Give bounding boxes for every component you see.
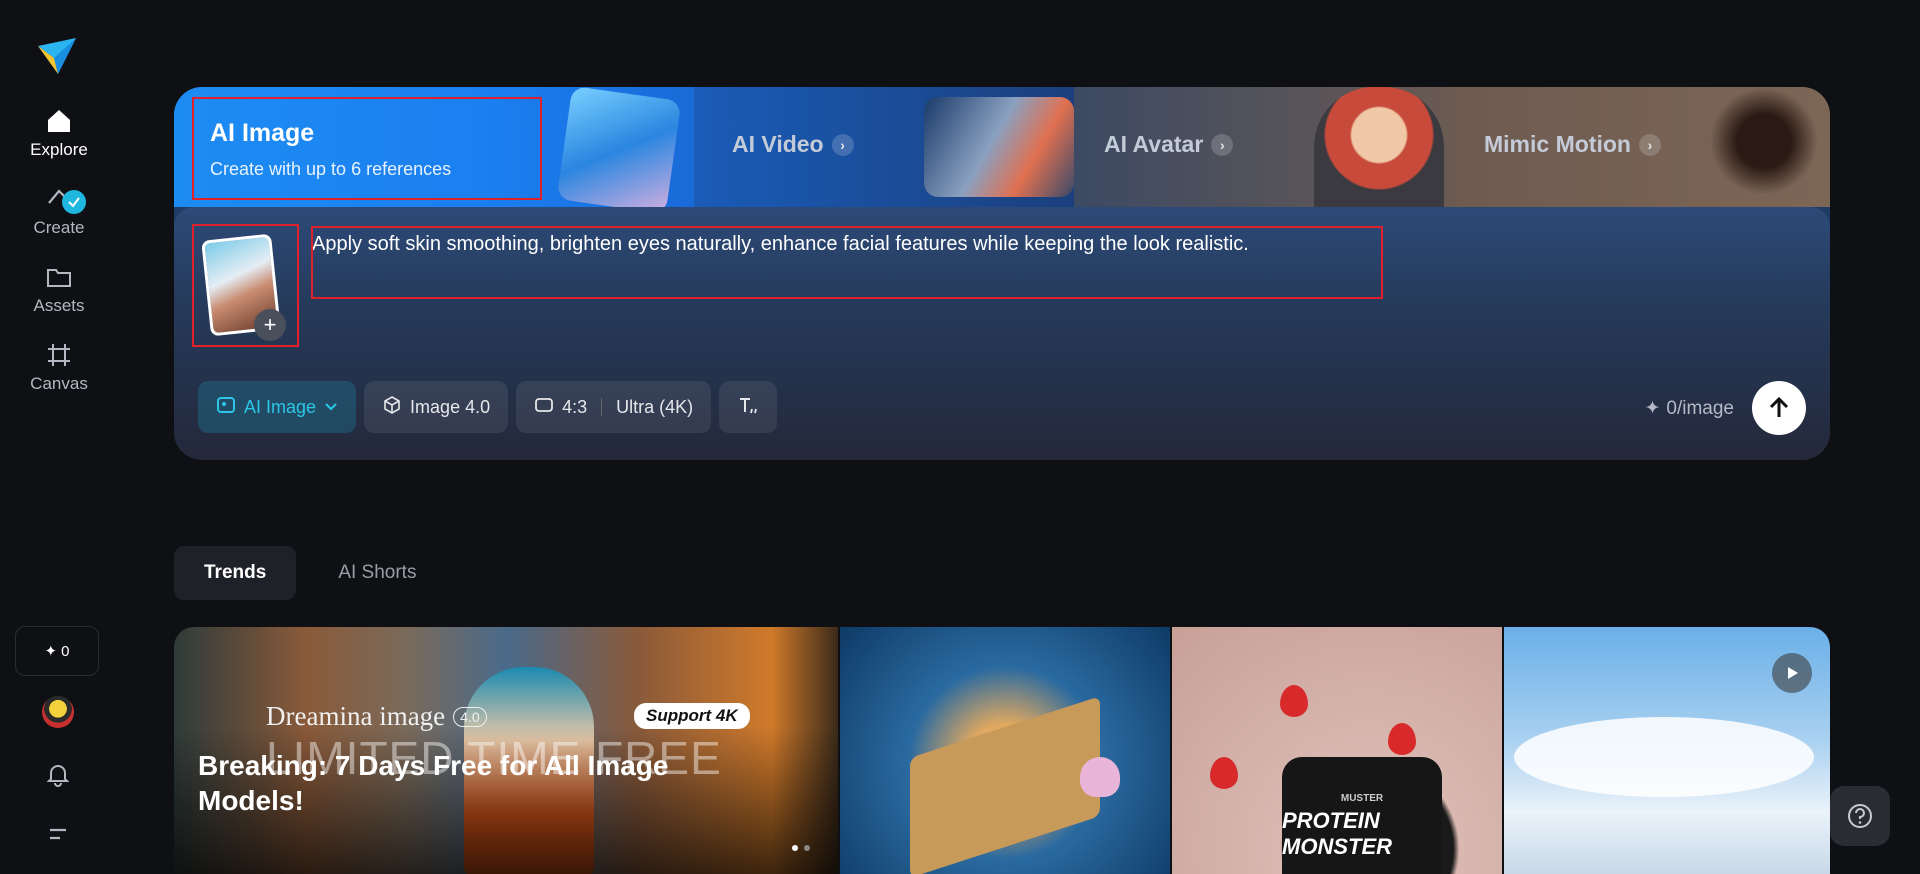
image-icon	[216, 395, 236, 420]
arrow-up-icon	[1769, 396, 1789, 417]
dancer-artwork	[1704, 87, 1824, 207]
jet-artwork	[924, 97, 1074, 197]
model-label: Image 4.0	[410, 396, 491, 417]
sidebar-item-label: Canvas	[30, 374, 88, 393]
whale-artwork	[556, 87, 682, 215]
highlight-box-ai-image-tab	[192, 97, 542, 200]
island-artwork	[910, 696, 1100, 874]
chevron-right-icon: ›	[831, 133, 854, 156]
ratio-label: 4:3	[562, 396, 588, 417]
chevron-down-icon	[324, 397, 338, 418]
strawberry-artwork	[1280, 685, 1308, 717]
carousel-dots[interactable]	[792, 845, 810, 851]
tab-label: AI Video ›	[732, 131, 854, 158]
sidebar-item-label: Create	[33, 218, 85, 237]
aspect-ratio-icon	[534, 395, 554, 420]
help-button[interactable]	[1830, 786, 1890, 846]
chevron-right-icon: ›	[1211, 133, 1234, 156]
text-quote-icon	[737, 395, 759, 420]
sparkle-icon: ✦	[44, 643, 58, 660]
chevron-right-icon: ›	[1638, 133, 1661, 156]
tab-trends[interactable]: Trends	[174, 546, 297, 600]
jellyfish-artwork	[1080, 757, 1120, 797]
tab-ai-avatar-label: AI Avatar	[1104, 131, 1204, 157]
avatar[interactable]	[42, 696, 74, 728]
folder-icon	[44, 262, 74, 292]
strawberry-artwork	[1210, 757, 1238, 789]
canvas-icon	[44, 340, 74, 370]
create-icon	[44, 184, 86, 214]
carousel-dot[interactable]	[792, 845, 798, 851]
bell-icon[interactable]	[44, 760, 72, 788]
support-4k-badge: Support 4K	[634, 703, 750, 729]
sidebar-item-assets[interactable]: Assets	[0, 262, 118, 316]
tab-label: AI Avatar ›	[1104, 131, 1234, 158]
banner-headline: Breaking: 7 Days Free for All Image Mode…	[198, 750, 669, 816]
check-badge-icon	[62, 190, 86, 214]
cost-indicator: ✦ 0/image	[1644, 397, 1734, 420]
model-selector[interactable]: Image 4.0	[364, 381, 509, 433]
text-style-button[interactable]	[719, 381, 778, 433]
sidebar-item-explore[interactable]: Explore	[0, 106, 118, 160]
tab-ai-avatar[interactable]: AI Avatar ›	[1074, 87, 1454, 207]
tab-mimic-motion-label: Mimic Motion	[1484, 131, 1631, 157]
sidebar-item-canvas[interactable]: Canvas	[0, 340, 118, 394]
menu-icon[interactable]	[44, 820, 72, 848]
sidebar-item-label: Explore	[30, 140, 88, 159]
featured-banner[interactable]: Dreamina image 4.0 Support 4K LIMITED TI…	[174, 627, 838, 874]
home-icon	[44, 106, 74, 136]
highlight-box-prompt	[311, 226, 1383, 299]
generate-button[interactable]	[1752, 381, 1806, 435]
gallery-item-protein[interactable]: MUSTER PROTEIN MONSTER	[1172, 627, 1502, 874]
cloud-artwork	[1514, 717, 1814, 797]
avatar-artwork	[1314, 87, 1444, 207]
tab-label: Mimic Motion ›	[1484, 131, 1661, 158]
sidebar-item-create[interactable]: Create	[0, 184, 118, 238]
gallery-item-island[interactable]	[840, 627, 1170, 874]
play-icon[interactable]	[1772, 653, 1812, 693]
quality-label: Ultra (4K)	[616, 396, 694, 417]
sidebar-item-label: Assets	[33, 296, 85, 315]
mode-dropdown[interactable]: AI Image	[198, 381, 357, 433]
credits-value: 0	[61, 642, 70, 660]
carousel-dot[interactable]	[804, 845, 810, 851]
banner-brand: Dreamina image 4.0	[266, 701, 487, 732]
dreamina-logo-icon[interactable]	[36, 36, 80, 76]
section-tabs: Trends AI Shorts	[174, 546, 446, 600]
cost-label: 0/image	[1666, 397, 1734, 419]
protein-jar: MUSTER PROTEIN MONSTER	[1282, 757, 1442, 874]
gallery-item-sky[interactable]	[1504, 627, 1830, 874]
highlight-box-reference	[192, 224, 299, 347]
sidebar: Explore Create Assets Canvas ✦ 0	[0, 0, 118, 874]
cube-icon	[382, 395, 402, 420]
tab-ai-video[interactable]: AI Video ›	[556, 87, 1074, 215]
tab-ai-shorts[interactable]: AI Shorts	[308, 546, 446, 600]
generation-toolbar: AI Image Image 4.0 4:3 Ultra (4K)	[198, 381, 778, 433]
strawberry-artwork	[1388, 723, 1416, 755]
ratio-quality-selector[interactable]: 4:3 Ultra (4K)	[516, 381, 712, 433]
credits-counter[interactable]: ✦ 0	[15, 626, 99, 676]
tab-ai-video-label: AI Video	[732, 131, 824, 157]
trends-gallery: Dreamina image 4.0 Support 4K LIMITED TI…	[174, 627, 1830, 874]
jar-brand: MUSTER	[1340, 793, 1384, 804]
version-badge: 4.0	[453, 706, 487, 727]
brand-label: Dreamina image	[266, 701, 446, 731]
mode-label: AI Image	[244, 396, 317, 417]
help-icon	[1848, 804, 1872, 828]
sparkle-icon: ✦	[1644, 398, 1661, 419]
tab-mimic-motion[interactable]: Mimic Motion ›	[1454, 87, 1830, 207]
jar-label: PROTEIN MONSTER	[1282, 808, 1392, 859]
divider	[601, 398, 603, 416]
